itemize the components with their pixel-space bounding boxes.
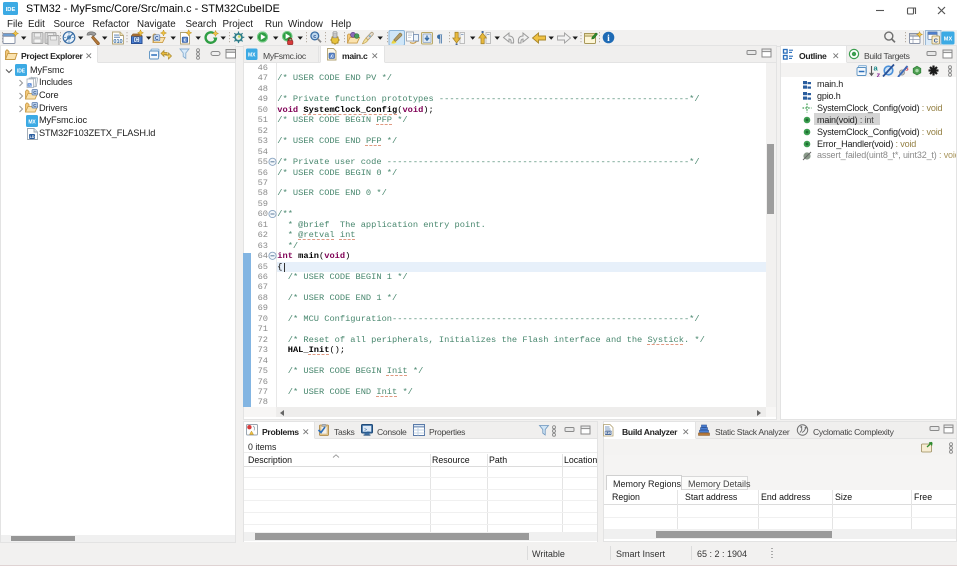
svg-text:010: 010 (605, 431, 611, 435)
svg-text:>_: >_ (364, 427, 370, 433)
svg-text:.c: .c (330, 53, 334, 59)
svg-text:MX: MX (248, 53, 256, 59)
